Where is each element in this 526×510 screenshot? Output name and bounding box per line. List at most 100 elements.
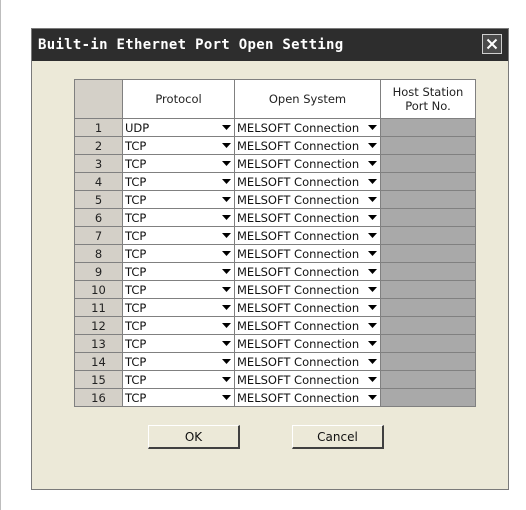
protocol-dropdown-button[interactable] bbox=[218, 371, 234, 388]
protocol-select[interactable]: TCP bbox=[123, 263, 235, 281]
open-system-dropdown-button[interactable] bbox=[364, 209, 380, 226]
protocol-select[interactable]: TCP bbox=[123, 281, 235, 299]
open-system-dropdown-button[interactable] bbox=[364, 191, 380, 208]
protocol-select[interactable]: TCP bbox=[123, 299, 235, 317]
table-row: 7 TCP MELSOFT Connection bbox=[75, 227, 475, 245]
host-port-field bbox=[381, 119, 475, 137]
open-system-select[interactable]: MELSOFT Connection bbox=[235, 371, 381, 389]
protocol-dropdown-button[interactable] bbox=[218, 281, 234, 298]
protocol-dropdown-button[interactable] bbox=[218, 335, 234, 352]
protocol-dropdown-button[interactable] bbox=[218, 317, 234, 334]
protocol-dropdown-button[interactable] bbox=[218, 353, 234, 370]
open-system-dropdown-button[interactable] bbox=[364, 155, 380, 172]
protocol-dropdown-button[interactable] bbox=[218, 227, 234, 244]
row-number: 10 bbox=[75, 281, 123, 299]
table-row: 8 TCP MELSOFT Connection bbox=[75, 245, 475, 263]
open-system-value: MELSOFT Connection bbox=[237, 300, 360, 315]
table-row: 4 TCP MELSOFT Connection bbox=[75, 173, 475, 191]
protocol-select[interactable]: TCP bbox=[123, 191, 235, 209]
host-port-field bbox=[381, 137, 475, 155]
host-port-field bbox=[381, 317, 475, 335]
open-system-select[interactable]: MELSOFT Connection bbox=[235, 263, 381, 281]
open-system-dropdown-button[interactable] bbox=[364, 281, 380, 298]
chevron-down-icon bbox=[221, 125, 231, 130]
window-edge bbox=[0, 0, 1, 510]
open-system-dropdown-button[interactable] bbox=[364, 173, 380, 190]
protocol-value: TCP bbox=[125, 318, 147, 333]
host-port-field bbox=[381, 371, 475, 389]
open-system-select[interactable]: MELSOFT Connection bbox=[235, 227, 381, 245]
protocol-dropdown-button[interactable] bbox=[218, 155, 234, 172]
open-system-select[interactable]: MELSOFT Connection bbox=[235, 281, 381, 299]
protocol-select[interactable]: TCP bbox=[123, 245, 235, 263]
open-system-header: Open System bbox=[235, 80, 381, 119]
protocol-dropdown-button[interactable] bbox=[218, 299, 234, 316]
host-port-field bbox=[381, 281, 475, 299]
protocol-dropdown-button[interactable] bbox=[218, 137, 234, 154]
protocol-select[interactable]: TCP bbox=[123, 155, 235, 173]
open-system-select[interactable]: MELSOFT Connection bbox=[235, 155, 381, 173]
protocol-select[interactable]: TCP bbox=[123, 173, 235, 191]
open-system-select[interactable]: MELSOFT Connection bbox=[235, 245, 381, 263]
open-system-select[interactable]: MELSOFT Connection bbox=[235, 353, 381, 371]
protocol-select[interactable]: TCP bbox=[123, 317, 235, 335]
open-system-select[interactable]: MELSOFT Connection bbox=[235, 209, 381, 227]
protocol-value: TCP bbox=[125, 174, 147, 189]
port-settings-table: Protocol Open System Host Station Port No… bbox=[74, 79, 476, 407]
table-row: 13 TCP MELSOFT Connection bbox=[75, 335, 475, 353]
open-system-dropdown-button[interactable] bbox=[364, 299, 380, 316]
host-port-field bbox=[381, 335, 475, 353]
open-system-dropdown-button[interactable] bbox=[364, 119, 380, 136]
protocol-select[interactable]: TCP bbox=[123, 335, 235, 353]
protocol-dropdown-button[interactable] bbox=[218, 209, 234, 226]
open-system-dropdown-button[interactable] bbox=[364, 389, 380, 406]
open-system-select[interactable]: MELSOFT Connection bbox=[235, 191, 381, 209]
open-system-select[interactable]: MELSOFT Connection bbox=[235, 389, 381, 407]
protocol-dropdown-button[interactable] bbox=[218, 173, 234, 190]
open-system-dropdown-button[interactable] bbox=[364, 227, 380, 244]
title-bar[interactable]: Built-in Ethernet Port Open Setting bbox=[32, 29, 508, 61]
protocol-dropdown-button[interactable] bbox=[218, 245, 234, 262]
protocol-dropdown-button[interactable] bbox=[218, 119, 234, 136]
close-icon bbox=[486, 38, 498, 50]
table-row: 11 TCP MELSOFT Connection bbox=[75, 299, 475, 317]
protocol-select[interactable]: UDP bbox=[123, 119, 235, 137]
chevron-down-icon bbox=[367, 233, 377, 238]
open-system-dropdown-button[interactable] bbox=[364, 263, 380, 280]
protocol-select[interactable]: TCP bbox=[123, 137, 235, 155]
open-system-dropdown-button[interactable] bbox=[364, 335, 380, 352]
protocol-value: TCP bbox=[125, 264, 147, 279]
host-port-field bbox=[381, 191, 475, 209]
protocol-dropdown-button[interactable] bbox=[218, 263, 234, 280]
open-system-select[interactable]: MELSOFT Connection bbox=[235, 299, 381, 317]
open-system-dropdown-button[interactable] bbox=[364, 371, 380, 388]
host-port-field bbox=[381, 227, 475, 245]
host-port-field bbox=[381, 353, 475, 371]
protocol-dropdown-button[interactable] bbox=[218, 389, 234, 406]
open-system-dropdown-button[interactable] bbox=[364, 353, 380, 370]
ok-button[interactable]: OK bbox=[148, 425, 240, 449]
open-system-select[interactable]: MELSOFT Connection bbox=[235, 335, 381, 353]
close-button[interactable] bbox=[482, 34, 502, 54]
protocol-select[interactable]: TCP bbox=[123, 389, 235, 407]
protocol-select[interactable]: TCP bbox=[123, 371, 235, 389]
open-system-select[interactable]: MELSOFT Connection bbox=[235, 137, 381, 155]
protocol-select[interactable]: TCP bbox=[123, 227, 235, 245]
open-system-dropdown-button[interactable] bbox=[364, 245, 380, 262]
row-number: 6 bbox=[75, 209, 123, 227]
protocol-select[interactable]: TCP bbox=[123, 353, 235, 371]
chevron-down-icon bbox=[367, 125, 377, 130]
chevron-down-icon bbox=[221, 143, 231, 148]
protocol-select[interactable]: TCP bbox=[123, 209, 235, 227]
chevron-down-icon bbox=[221, 305, 231, 310]
open-system-dropdown-button[interactable] bbox=[364, 317, 380, 334]
row-number: 8 bbox=[75, 245, 123, 263]
open-system-dropdown-button[interactable] bbox=[364, 137, 380, 154]
protocol-dropdown-button[interactable] bbox=[218, 191, 234, 208]
open-system-select[interactable]: MELSOFT Connection bbox=[235, 119, 381, 137]
chevron-down-icon bbox=[367, 359, 377, 364]
protocol-value: TCP bbox=[125, 336, 147, 351]
open-system-select[interactable]: MELSOFT Connection bbox=[235, 317, 381, 335]
open-system-select[interactable]: MELSOFT Connection bbox=[235, 173, 381, 191]
cancel-button[interactable]: Cancel bbox=[292, 425, 384, 449]
